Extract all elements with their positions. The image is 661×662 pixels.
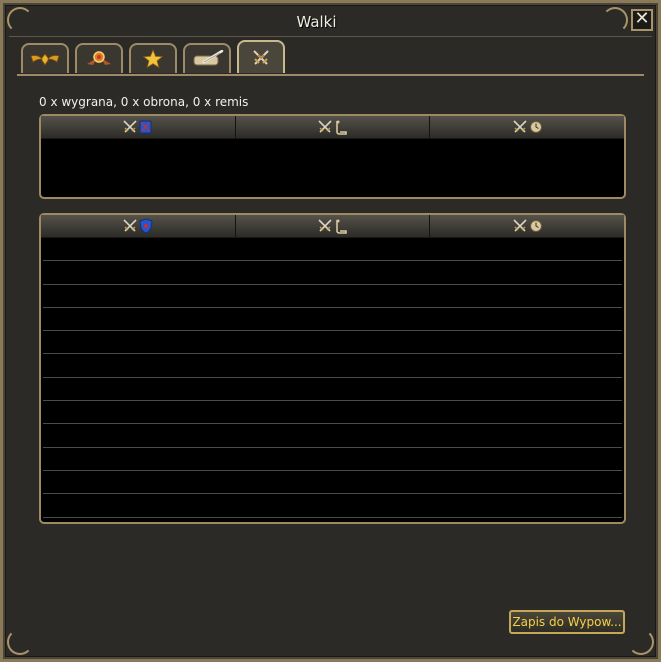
table-row[interactable]: [43, 378, 622, 402]
tab-battles[interactable]: [237, 40, 285, 73]
history-rows: [41, 238, 624, 518]
crossed-swords-icon: [513, 219, 527, 232]
crossed-swords-icon: [123, 219, 137, 232]
tab-star[interactable]: [129, 43, 177, 73]
title-divider: [9, 36, 652, 37]
column-header-time[interactable]: [430, 215, 624, 237]
table-row[interactable]: [43, 401, 622, 425]
column-header-time[interactable]: [430, 116, 624, 138]
close-button[interactable]: ✕: [631, 9, 653, 31]
table-row[interactable]: [43, 354, 622, 378]
guild-flag-icon: [139, 120, 152, 134]
corner-ornament-icon: [7, 629, 33, 655]
tab-emblem[interactable]: [21, 43, 69, 73]
table-header: [41, 215, 624, 238]
table-row[interactable]: [43, 424, 622, 448]
table-row[interactable]: [43, 471, 622, 495]
star-icon: [143, 49, 163, 69]
crossed-swords-icon: [253, 49, 269, 65]
column-header-result[interactable]: [236, 116, 431, 138]
table-row[interactable]: [43, 285, 622, 308]
tab-bar: [21, 40, 285, 75]
tab-scroll[interactable]: [183, 43, 231, 73]
corner-ornament-icon: [628, 629, 654, 655]
table-row[interactable]: [43, 261, 622, 285]
medal-icon: [87, 51, 111, 65]
current-battles-table: [39, 114, 626, 199]
table-row[interactable]: [43, 308, 622, 332]
crossed-swords-icon: [123, 120, 137, 133]
winged-emblem-icon: [30, 53, 60, 66]
tab-underline: [17, 74, 644, 76]
column-header-defender[interactable]: [41, 215, 236, 237]
save-to-log-button[interactable]: Zapis do Wypow...: [509, 610, 625, 634]
table-header: [41, 116, 624, 139]
crossed-swords-icon: [513, 120, 527, 133]
table-row[interactable]: [43, 448, 622, 471]
battle-summary: 0 x wygrana, 0 x obrona, 0 x remis: [39, 95, 249, 109]
battle-history-table: [39, 213, 626, 524]
table-row[interactable]: [43, 494, 622, 518]
window-title: Walki: [296, 13, 337, 31]
column-header-result[interactable]: [236, 215, 431, 237]
tab-medal[interactable]: [75, 43, 123, 73]
close-icon: ✕: [634, 8, 650, 29]
clock-icon: [529, 220, 542, 232]
crossed-swords-icon: [318, 219, 332, 232]
scroll-icon: [336, 120, 347, 135]
clock-icon: [529, 121, 542, 133]
scroll-icon: [336, 219, 347, 234]
crossed-swords-icon: [318, 120, 332, 133]
scroll-quill-icon: [193, 50, 224, 66]
battles-window: Walki ✕ 0 x wygrana, 0 x obrona, 0 x rem…: [0, 0, 661, 662]
table-row[interactable]: [43, 238, 622, 262]
shield-icon: [139, 218, 153, 234]
column-header-opponent[interactable]: [41, 116, 236, 138]
table-row[interactable]: [43, 331, 622, 355]
